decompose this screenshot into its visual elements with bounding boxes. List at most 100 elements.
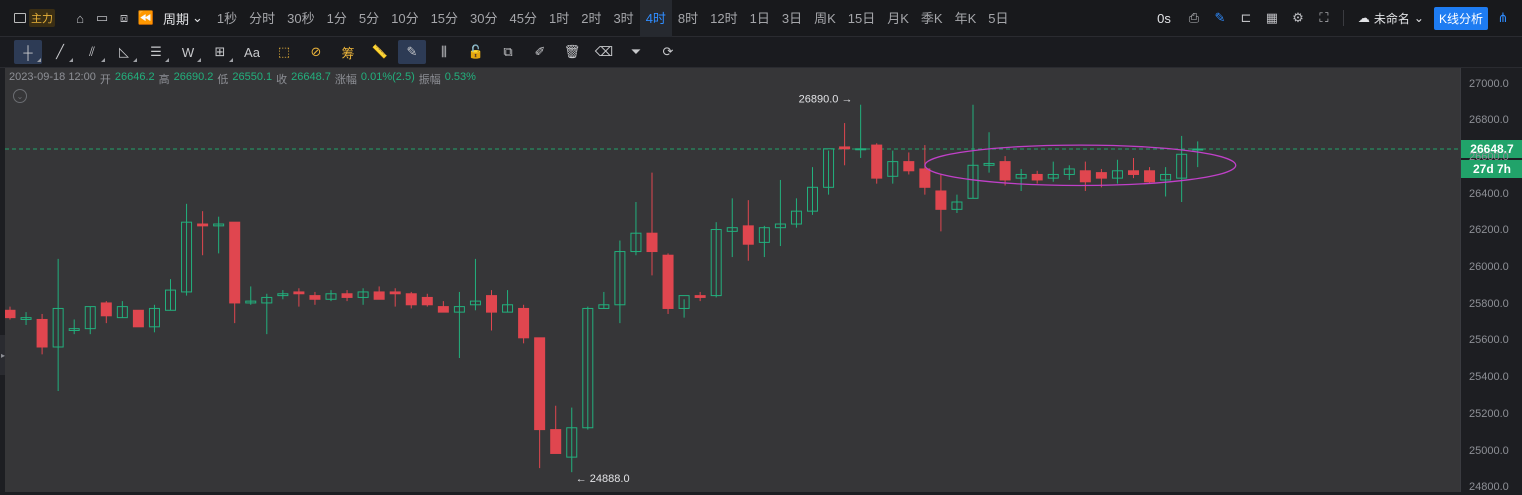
wave-tool[interactable]: W [174, 40, 202, 64]
parallel-channel-tool[interactable]: ⫽ [78, 40, 106, 64]
candle-down [132, 309, 144, 328]
share-icon[interactable]: ⋔ [1492, 7, 1514, 29]
period-dropdown[interactable]: 周期 ⌄ [163, 9, 203, 28]
crosshair-tool[interactable]: ┼ [14, 40, 42, 64]
calendar-icon[interactable]: ▭ [91, 7, 113, 29]
measure-icon: ⬚ [277, 44, 291, 59]
rectangle-tool[interactable]: ⊞ [206, 40, 234, 64]
candle-down [1128, 170, 1139, 175]
price-tick: 27000.0 [1469, 77, 1509, 90]
ohlc-legend: 2023-09-18 12:00 开 26646.2 高 26690.2 低 2… [9, 71, 476, 87]
interval-11[interactable]: 3时 [607, 0, 639, 37]
interval-22[interactable]: 5日 [982, 0, 1014, 37]
rectangle-icon: ⊞ [214, 44, 226, 59]
interval-21[interactable]: 年K [949, 0, 983, 37]
trash-tool[interactable]: 🗑 [558, 40, 586, 64]
interval-13[interactable]: 8时 [672, 0, 704, 37]
camera-icon[interactable]: ⎙ [1183, 7, 1205, 29]
seconds-label[interactable]: 0s [1157, 11, 1171, 26]
legend-close-label: 收 [276, 74, 288, 86]
candle-down [839, 146, 851, 150]
legend-high-label: 高 [158, 74, 170, 86]
text-tool[interactable]: Aa [238, 40, 266, 64]
candle-down [999, 161, 1011, 181]
main-indicator-tag[interactable]: 主力 [14, 9, 55, 27]
interval-17[interactable]: 周K [808, 0, 842, 37]
candlestick-chart[interactable]: 26890.0 → ← 24888.0 [4, 68, 1460, 492]
interval-12[interactable]: 4时 [639, 0, 672, 37]
legend-high: 26690.2 [173, 71, 214, 83]
interval-16[interactable]: 3日 [776, 0, 808, 37]
settings-icon[interactable]: ⚙ [1287, 7, 1309, 29]
interval-5[interactable]: 10分 [385, 0, 424, 37]
collapse-legend-icon[interactable]: ⌄ [13, 89, 27, 103]
candle-up [1192, 148, 1204, 151]
layout-icon[interactable]: ⧈ [113, 7, 135, 29]
period-label: 周期 [163, 11, 190, 27]
price-axis[interactable]: 26648.7 27d 7h 27000.0 26800.0 26600.0 2640… [1460, 68, 1522, 494]
edit-icon: ✐ [534, 44, 546, 59]
interval-8[interactable]: 45分 [504, 0, 543, 37]
kline-analysis-button[interactable]: K线分析 [1433, 6, 1488, 30]
edit-tool[interactable]: ✐ [526, 40, 554, 64]
pencil-icon[interactable]: ✎ [1209, 7, 1231, 29]
interval-6[interactable]: 15分 [425, 0, 464, 37]
chart-area[interactable]: 26890.0 → ← 24888.0 [4, 68, 1460, 492]
candle-down [518, 307, 530, 339]
comment-icon[interactable]: ⊏ [1235, 7, 1257, 29]
interval-18[interactable]: 15日 [842, 0, 881, 37]
wave-icon: W [181, 44, 195, 60]
copy-tool[interactable]: ⧉ [494, 40, 522, 64]
chips-tool[interactable]: 筹 [334, 40, 362, 64]
home-icon[interactable]: ⌂ [69, 7, 91, 29]
ban-tool[interactable]: ⊘ [302, 40, 330, 64]
divider [1342, 10, 1344, 26]
filter-tool[interactable]: ⏷ [622, 40, 650, 64]
interval-20[interactable]: 季K [915, 0, 949, 37]
interval-0[interactable]: 1秒 [211, 0, 243, 37]
eraser-tool[interactable]: ⌫ [590, 40, 618, 64]
ruler-tool[interactable]: 📏 [366, 40, 394, 64]
measure-tool[interactable]: ⬚ [270, 40, 298, 64]
horizontal-lines-tool[interactable]: ☰ [142, 40, 170, 64]
calculator-icon[interactable]: ▦ [1261, 7, 1283, 29]
eraser-icon: ⌫ [594, 44, 614, 59]
interval-19[interactable]: 月K [881, 0, 915, 37]
interval-15[interactable]: 1日 [744, 0, 776, 37]
lock-tool[interactable]: 🔓 [462, 40, 490, 64]
rewind-icon[interactable]: ⏪ [135, 7, 157, 29]
sync-tool[interactable]: ⟳ [654, 40, 682, 64]
top-bar: 主力 ⌂ ▭ ⧈ ⏪ 周期 ⌄ 1秒 分时 30秒 1分 5分 10分 15分 30分 45分 1… [0, 0, 1522, 37]
submenu-corner-icon [133, 58, 137, 62]
interval-2[interactable]: 30秒 [281, 0, 320, 37]
candle-style-tool[interactable]: ⫼ [430, 40, 458, 64]
price-tick: 24800.0 [1469, 481, 1509, 494]
filter-icon: ⏷ [630, 44, 642, 59]
copy-icon: ⧉ [503, 44, 513, 59]
interval-4[interactable]: 5分 [353, 0, 385, 37]
price-tick: 26800.0 [1469, 114, 1509, 127]
angle-tool[interactable]: ◺ [110, 40, 138, 64]
interval-1[interactable]: 分时 [243, 0, 281, 37]
candle-down [437, 306, 449, 313]
magnet-tool[interactable]: ✎ [398, 40, 426, 64]
candle-down [1079, 170, 1091, 183]
interval-3[interactable]: 1分 [321, 0, 353, 37]
interval-7[interactable]: 30分 [464, 0, 503, 37]
interval-9[interactable]: 1时 [543, 0, 575, 37]
trend-line-icon: ╱ [56, 44, 64, 59]
ban-icon: ⊘ [310, 44, 322, 59]
candle-down [100, 302, 112, 317]
trend-line-tool[interactable]: ╱ [46, 40, 74, 64]
legend-open: 26646.2 [114, 71, 155, 83]
fullscreen-icon[interactable]: ⛶ [1313, 7, 1335, 29]
legend-open-label: 开 [99, 74, 111, 86]
price-tick: 25800.0 [1469, 297, 1509, 310]
interval-14[interactable]: 12时 [704, 0, 743, 37]
candle-down [903, 161, 915, 172]
layout-name-dropdown[interactable]: ☁ 未命名 ⌄ [1358, 10, 1424, 27]
candle-down [341, 293, 353, 298]
interval-10[interactable]: 2时 [575, 0, 607, 37]
trash-icon: 🗑 [563, 44, 581, 59]
low-marker-label: ← 24888.0 [576, 473, 630, 485]
